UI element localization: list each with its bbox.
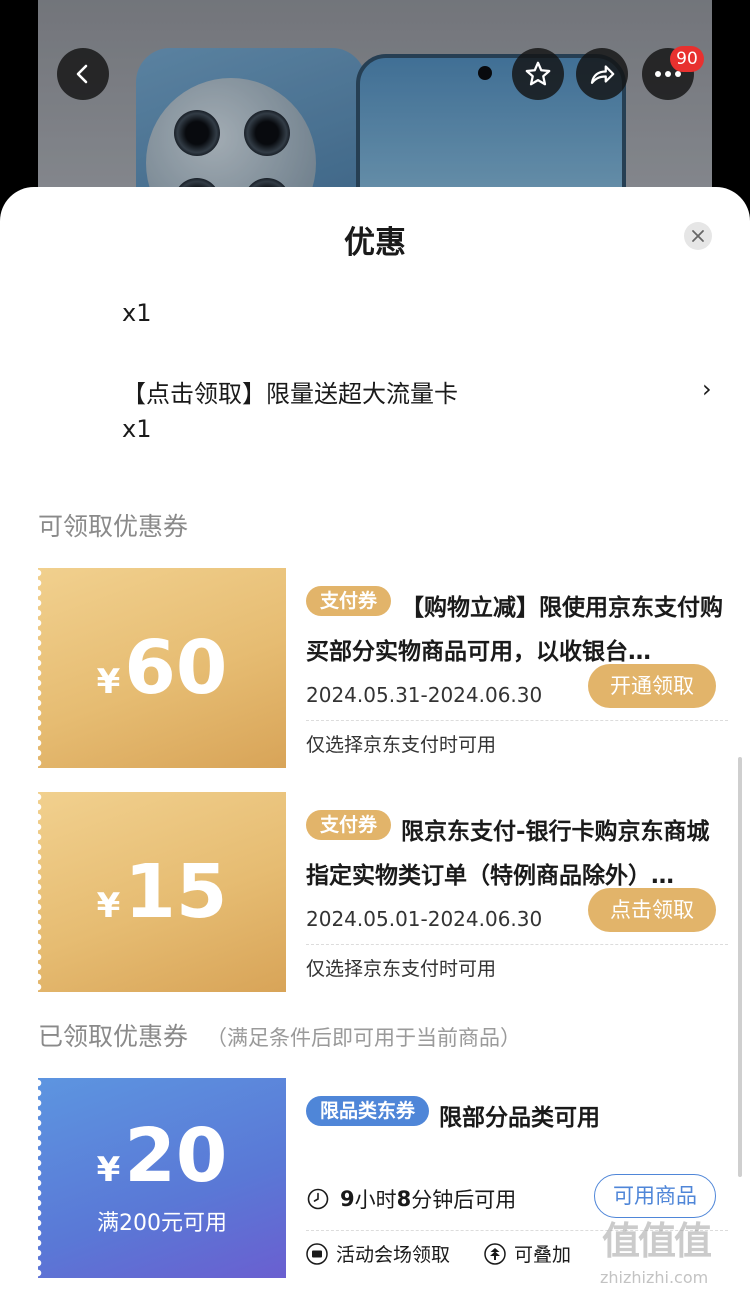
sheet-title: 优惠 bbox=[344, 225, 406, 261]
timer-minutes-unit: 分钟后可用 bbox=[411, 1188, 517, 1212]
chevron-right-icon[interactable]: › bbox=[702, 375, 712, 403]
coupon-tag: 支付券 bbox=[306, 586, 392, 616]
gift-qty: x1 bbox=[122, 299, 152, 327]
currency-symbol: ¥ bbox=[96, 662, 121, 702]
divider bbox=[306, 944, 728, 945]
coupon-amount-panel: ¥ 15 bbox=[38, 792, 286, 992]
coupon-tag: 限品类东券 bbox=[306, 1096, 430, 1126]
watermark-text: zhizhizhi.com bbox=[600, 1268, 709, 1287]
favorite-button[interactable] bbox=[512, 48, 564, 100]
coupon-condition: 满200元可用 bbox=[97, 1211, 227, 1236]
discount-sheet: 优惠 x1 【点击领取】限量送超大流量卡 x1 › 可领取优惠券 ¥ 60 支付… bbox=[0, 187, 750, 1294]
coupon-description: 限部分品类可用 bbox=[439, 1105, 601, 1131]
clock-icon bbox=[307, 1188, 329, 1210]
close-icon bbox=[692, 230, 704, 242]
countdown: 9 小时 8 分钟后可用 bbox=[306, 1184, 516, 1214]
share-button[interactable] bbox=[576, 48, 628, 100]
coupon-amount: 20 bbox=[124, 1113, 228, 1199]
claim-button[interactable]: 点击领取 bbox=[588, 888, 716, 932]
received-note: （满足条件后即可用于当前商品） bbox=[206, 1026, 522, 1050]
coupon-tag: 支付券 bbox=[306, 810, 392, 840]
divider bbox=[306, 720, 728, 721]
received-title-text: 已领取优惠券 bbox=[38, 1022, 189, 1051]
gift-item-label[interactable]: 【点击领取】限量送超大流量卡 bbox=[122, 374, 458, 409]
coupon-card: ¥ 15 支付券 限京东支付-银行卡购京东商城指定实物类订单（特例商品除外）… 2… bbox=[38, 792, 728, 992]
back-button[interactable] bbox=[57, 48, 109, 100]
available-coupons-title: 可领取优惠券 bbox=[38, 512, 189, 541]
watermark-logo: 值值值 bbox=[602, 1219, 712, 1263]
activate-claim-button[interactable]: 开通领取 bbox=[588, 664, 716, 708]
currency-symbol: ¥ bbox=[96, 886, 121, 926]
gift-qty: x1 bbox=[122, 415, 152, 443]
currency-symbol: ¥ bbox=[96, 1150, 121, 1190]
coupon-amount: 15 bbox=[124, 849, 228, 935]
ticket-icon bbox=[306, 1242, 328, 1265]
stackable-label: 可叠加 bbox=[514, 1244, 572, 1266]
close-button[interactable] bbox=[684, 222, 712, 250]
notification-badge: 90 bbox=[670, 46, 704, 72]
star-icon bbox=[525, 61, 551, 86]
scrollbar[interactable] bbox=[738, 757, 742, 1177]
timer-hours: 9 bbox=[340, 1187, 355, 1211]
coupon-date: 2024.05.31-2024.06.30 bbox=[306, 683, 543, 707]
coupon-amount-panel: ¥ 60 bbox=[38, 568, 286, 768]
coupon-note: 仅选择京东支付时可用 bbox=[306, 958, 497, 980]
chevron-left-icon bbox=[76, 64, 88, 84]
coupon-amount: 60 bbox=[124, 625, 228, 711]
coupon-note: 仅选择京东支付时可用 bbox=[306, 734, 497, 756]
received-coupons-title: 已领取优惠券 （满足条件后即可用于当前商品） bbox=[38, 1017, 521, 1053]
coupon-card: ¥ 60 支付券 【购物立减】限使用京东支付购买部分实物商品可用，以收银台… 20… bbox=[38, 568, 728, 768]
coupon-date: 2024.05.01-2024.06.30 bbox=[306, 907, 543, 931]
coupon-amount-panel: ¥ 20 满200元可用 bbox=[38, 1078, 286, 1278]
share-icon bbox=[590, 65, 615, 84]
coupon-source: 活动会场领取 bbox=[336, 1244, 451, 1266]
timer-minutes: 8 bbox=[396, 1187, 412, 1211]
stack-icon bbox=[484, 1242, 506, 1265]
timer-hours-unit: 小时 bbox=[354, 1188, 397, 1212]
